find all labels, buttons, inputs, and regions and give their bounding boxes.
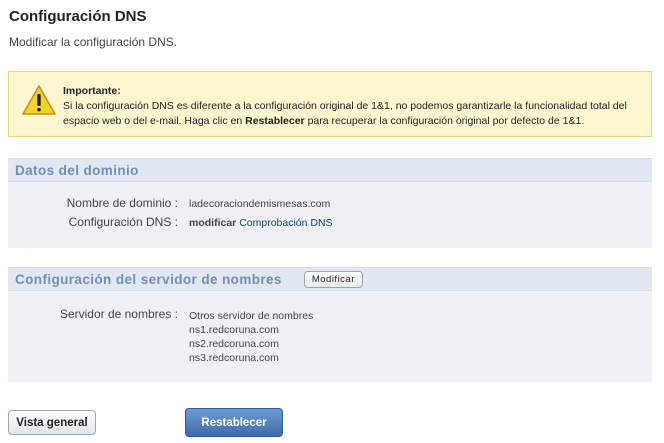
warning-box: Importante: Si la configuración DNS es d… [8, 71, 652, 137]
domain-name-value: ladecoraciondemismesas.com [189, 198, 331, 210]
warning-icon [22, 85, 56, 115]
nameserver-panel-header: Configuración del servidor de nombres Mo… [8, 267, 652, 291]
page-subtitle: Modificar la configuración DNS. [9, 35, 178, 49]
domain-section-title: Datos del dominio [15, 162, 139, 178]
warning-text: Importante: Si la configuración DNS es d… [63, 84, 647, 129]
nameserver-item: Otros servidor de nombres [189, 310, 314, 322]
nameserver-section-title: Configuración del servidor de nombres [15, 271, 282, 287]
nameserver-item: ns3.redcoruna.com [189, 352, 279, 364]
warning-title: Importante: [63, 85, 121, 97]
dns-config-label: Configuración DNS : [68, 215, 178, 229]
nameserver-list: Otros servidor de nombres ns1.redcoruna.… [189, 309, 313, 365]
nameserver-item: ns2.redcoruna.com [189, 338, 279, 350]
nameserver-label: Servidor de nombres : [59, 307, 178, 321]
modify-button[interactable]: Modificar [303, 270, 363, 288]
domain-panel-header: Datos del dominio [8, 158, 652, 182]
overview-button[interactable]: Vista general [8, 410, 96, 435]
warning-body-end: para recuperar la configuración original… [304, 115, 585, 127]
page-title: Configuración DNS [9, 8, 147, 25]
domain-name-label: Nombre de dominio : [66, 196, 178, 210]
reset-button[interactable]: Restablecer [185, 408, 283, 437]
dns-config-status: modificar [189, 217, 237, 229]
nameserver-panel: Configuración del servidor de nombres Mo… [8, 267, 652, 382]
nameserver-item: ns1.redcoruna.com [189, 324, 279, 336]
dns-config-value: modificar Comprobación DNS [189, 217, 333, 229]
warning-emphasis: Restablecer [245, 115, 305, 127]
domain-panel: Datos del dominio Nombre de dominio : la… [8, 158, 652, 248]
dns-check-link[interactable]: Comprobación DNS [239, 217, 332, 229]
